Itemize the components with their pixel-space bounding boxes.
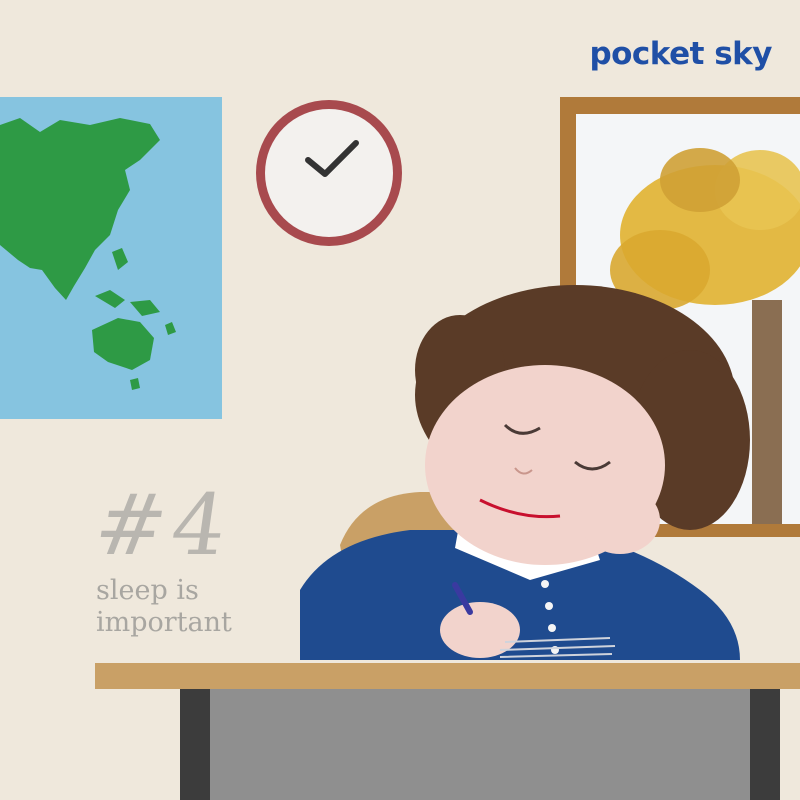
desk <box>95 663 800 800</box>
brand-logo: pocket sky <box>589 36 772 72</box>
episode-title-line2: important <box>96 607 232 638</box>
episode-title: sleep is important <box>96 575 296 639</box>
episode-number: #4 <box>89 476 239 574</box>
episode-title-line1: sleep is <box>96 575 199 606</box>
wall-clock <box>256 100 402 246</box>
world-map <box>0 97 222 419</box>
illustration-scene: pocket sky #4 sleep is important <box>0 0 800 800</box>
classroom-illustration <box>0 0 800 800</box>
